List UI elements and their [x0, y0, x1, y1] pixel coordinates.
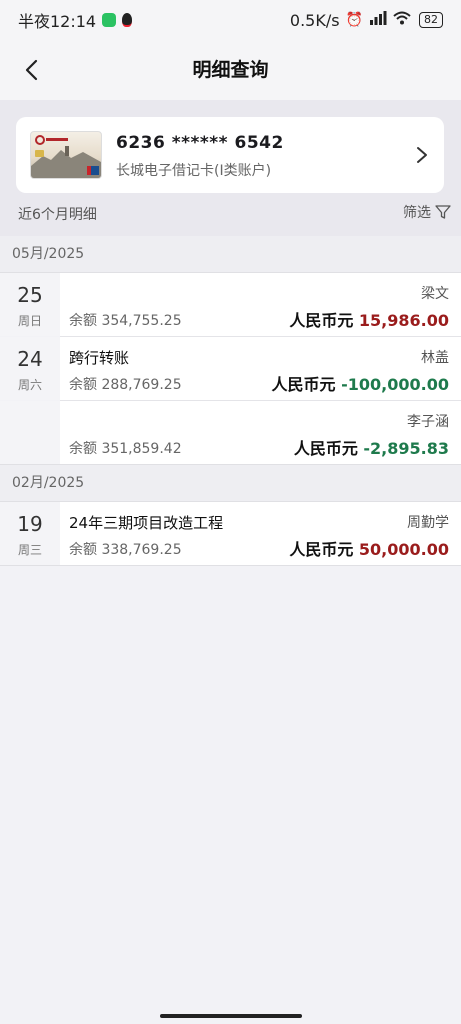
filter-button[interactable]: 筛选 — [403, 202, 451, 222]
transaction-row[interactable]: 25 周日 余额 354,755.25 梁文 人民币元 15,986.00 — [0, 273, 461, 336]
currency-label: 人民币元 — [289, 311, 354, 330]
signal-icon — [369, 11, 387, 29]
wifi-icon — [393, 11, 411, 29]
weekday-label: 周日 — [17, 314, 42, 328]
alarm-icon: ⏰ — [345, 12, 363, 28]
chevron-right-icon — [417, 147, 427, 163]
transaction-description: 24年三期项目改造工程 — [69, 514, 224, 532]
divider — [0, 565, 461, 566]
account-type: 长城电子借记卡(I类账户) — [116, 163, 272, 179]
network-speed: 0.5K/s — [289, 10, 340, 30]
page-title: 明细查询 — [192, 59, 269, 81]
amount-value: 15,986.00 — [358, 311, 449, 330]
counterparty-name: 梁文 — [421, 286, 449, 302]
weekday-label: 周六 — [17, 378, 42, 392]
account-chevron — [412, 143, 432, 167]
day-number: 25 — [17, 283, 43, 307]
currency-label: 人民币元 — [271, 375, 336, 394]
amount-value: -2,895.83 — [363, 439, 449, 458]
filter-label: 筛选 — [403, 205, 431, 221]
amount-value: 50,000.00 — [358, 540, 449, 559]
counterparty-name: 周勤学 — [407, 515, 449, 531]
transaction-description: 跨行转账 — [69, 349, 130, 367]
nav-bar: 明细查询 — [0, 40, 461, 100]
balance-text: 余额 288,769.25 — [69, 377, 182, 393]
amount-line: 人民币元 15,986.00 — [289, 307, 449, 331]
counterparty-name: 林盖 — [421, 350, 449, 366]
currency-label: 人民币元 — [293, 439, 358, 458]
bank-card-image — [30, 131, 102, 179]
balance-text: 余额 351,859.42 — [69, 441, 182, 457]
account-section: 6236 ****** 6542 长城电子借记卡(I类账户) 近6个月明细 筛选 — [0, 100, 461, 236]
day-number: 24 — [17, 347, 43, 371]
transaction-row[interactable]: 余额 351,859.42 李子涵 人民币元 -2,895.83 — [0, 401, 461, 464]
weekday-label: 周三 — [17, 543, 42, 557]
month-header: 02月/2025 — [0, 465, 461, 501]
date-range-label: 近6个月明细 — [18, 207, 97, 223]
wechat-icon — [102, 13, 117, 27]
back-button[interactable] — [16, 54, 48, 86]
balance-text: 余额 354,755.25 — [69, 313, 182, 329]
day-number: 19 — [17, 512, 43, 536]
status-left: 半夜12:14 — [18, 8, 133, 32]
status-bar: 半夜12:14 0.5K/s ⏰ 82 — [0, 0, 461, 40]
account-card[interactable]: 6236 ****** 6542 长城电子借记卡(I类账户) — [16, 117, 444, 193]
home-indicator[interactable] — [160, 1014, 302, 1018]
date-column: 24 周六 — [0, 337, 60, 400]
date-column: 19 周三 — [0, 502, 60, 565]
status-right: 0.5K/s ⏰ 82 — [290, 11, 443, 30]
counterparty-name: 李子涵 — [407, 414, 449, 430]
balance-text: 余额 338,769.25 — [69, 542, 182, 558]
date-column: 25 周日 — [0, 273, 60, 336]
amount-line: 人民币元 -100,000.00 — [272, 371, 449, 395]
battery-indicator: 82 — [419, 12, 443, 28]
month-header: 05月/2025 — [0, 236, 461, 272]
qq-icon — [122, 13, 133, 27]
amount-line: 人民币元 50,000.00 — [289, 536, 449, 560]
amount-value: -100,000.00 — [341, 375, 449, 394]
chevron-left-icon — [25, 59, 38, 81]
date-column — [0, 401, 60, 464]
currency-label: 人民币元 — [289, 540, 354, 559]
status-time: 半夜12:14 — [18, 12, 97, 31]
account-number: 6236 ****** 6542 — [116, 133, 284, 153]
transaction-row[interactable]: 24 周六 跨行转账 余额 288,769.25 林盖 人民币元 -100,00… — [0, 337, 461, 400]
transaction-row[interactable]: 19 周三 24年三期项目改造工程 余额 338,769.25 周勤学 人民币元… — [0, 502, 461, 565]
amount-line: 人民币元 -2,895.83 — [294, 435, 449, 459]
filter-icon — [435, 205, 451, 219]
